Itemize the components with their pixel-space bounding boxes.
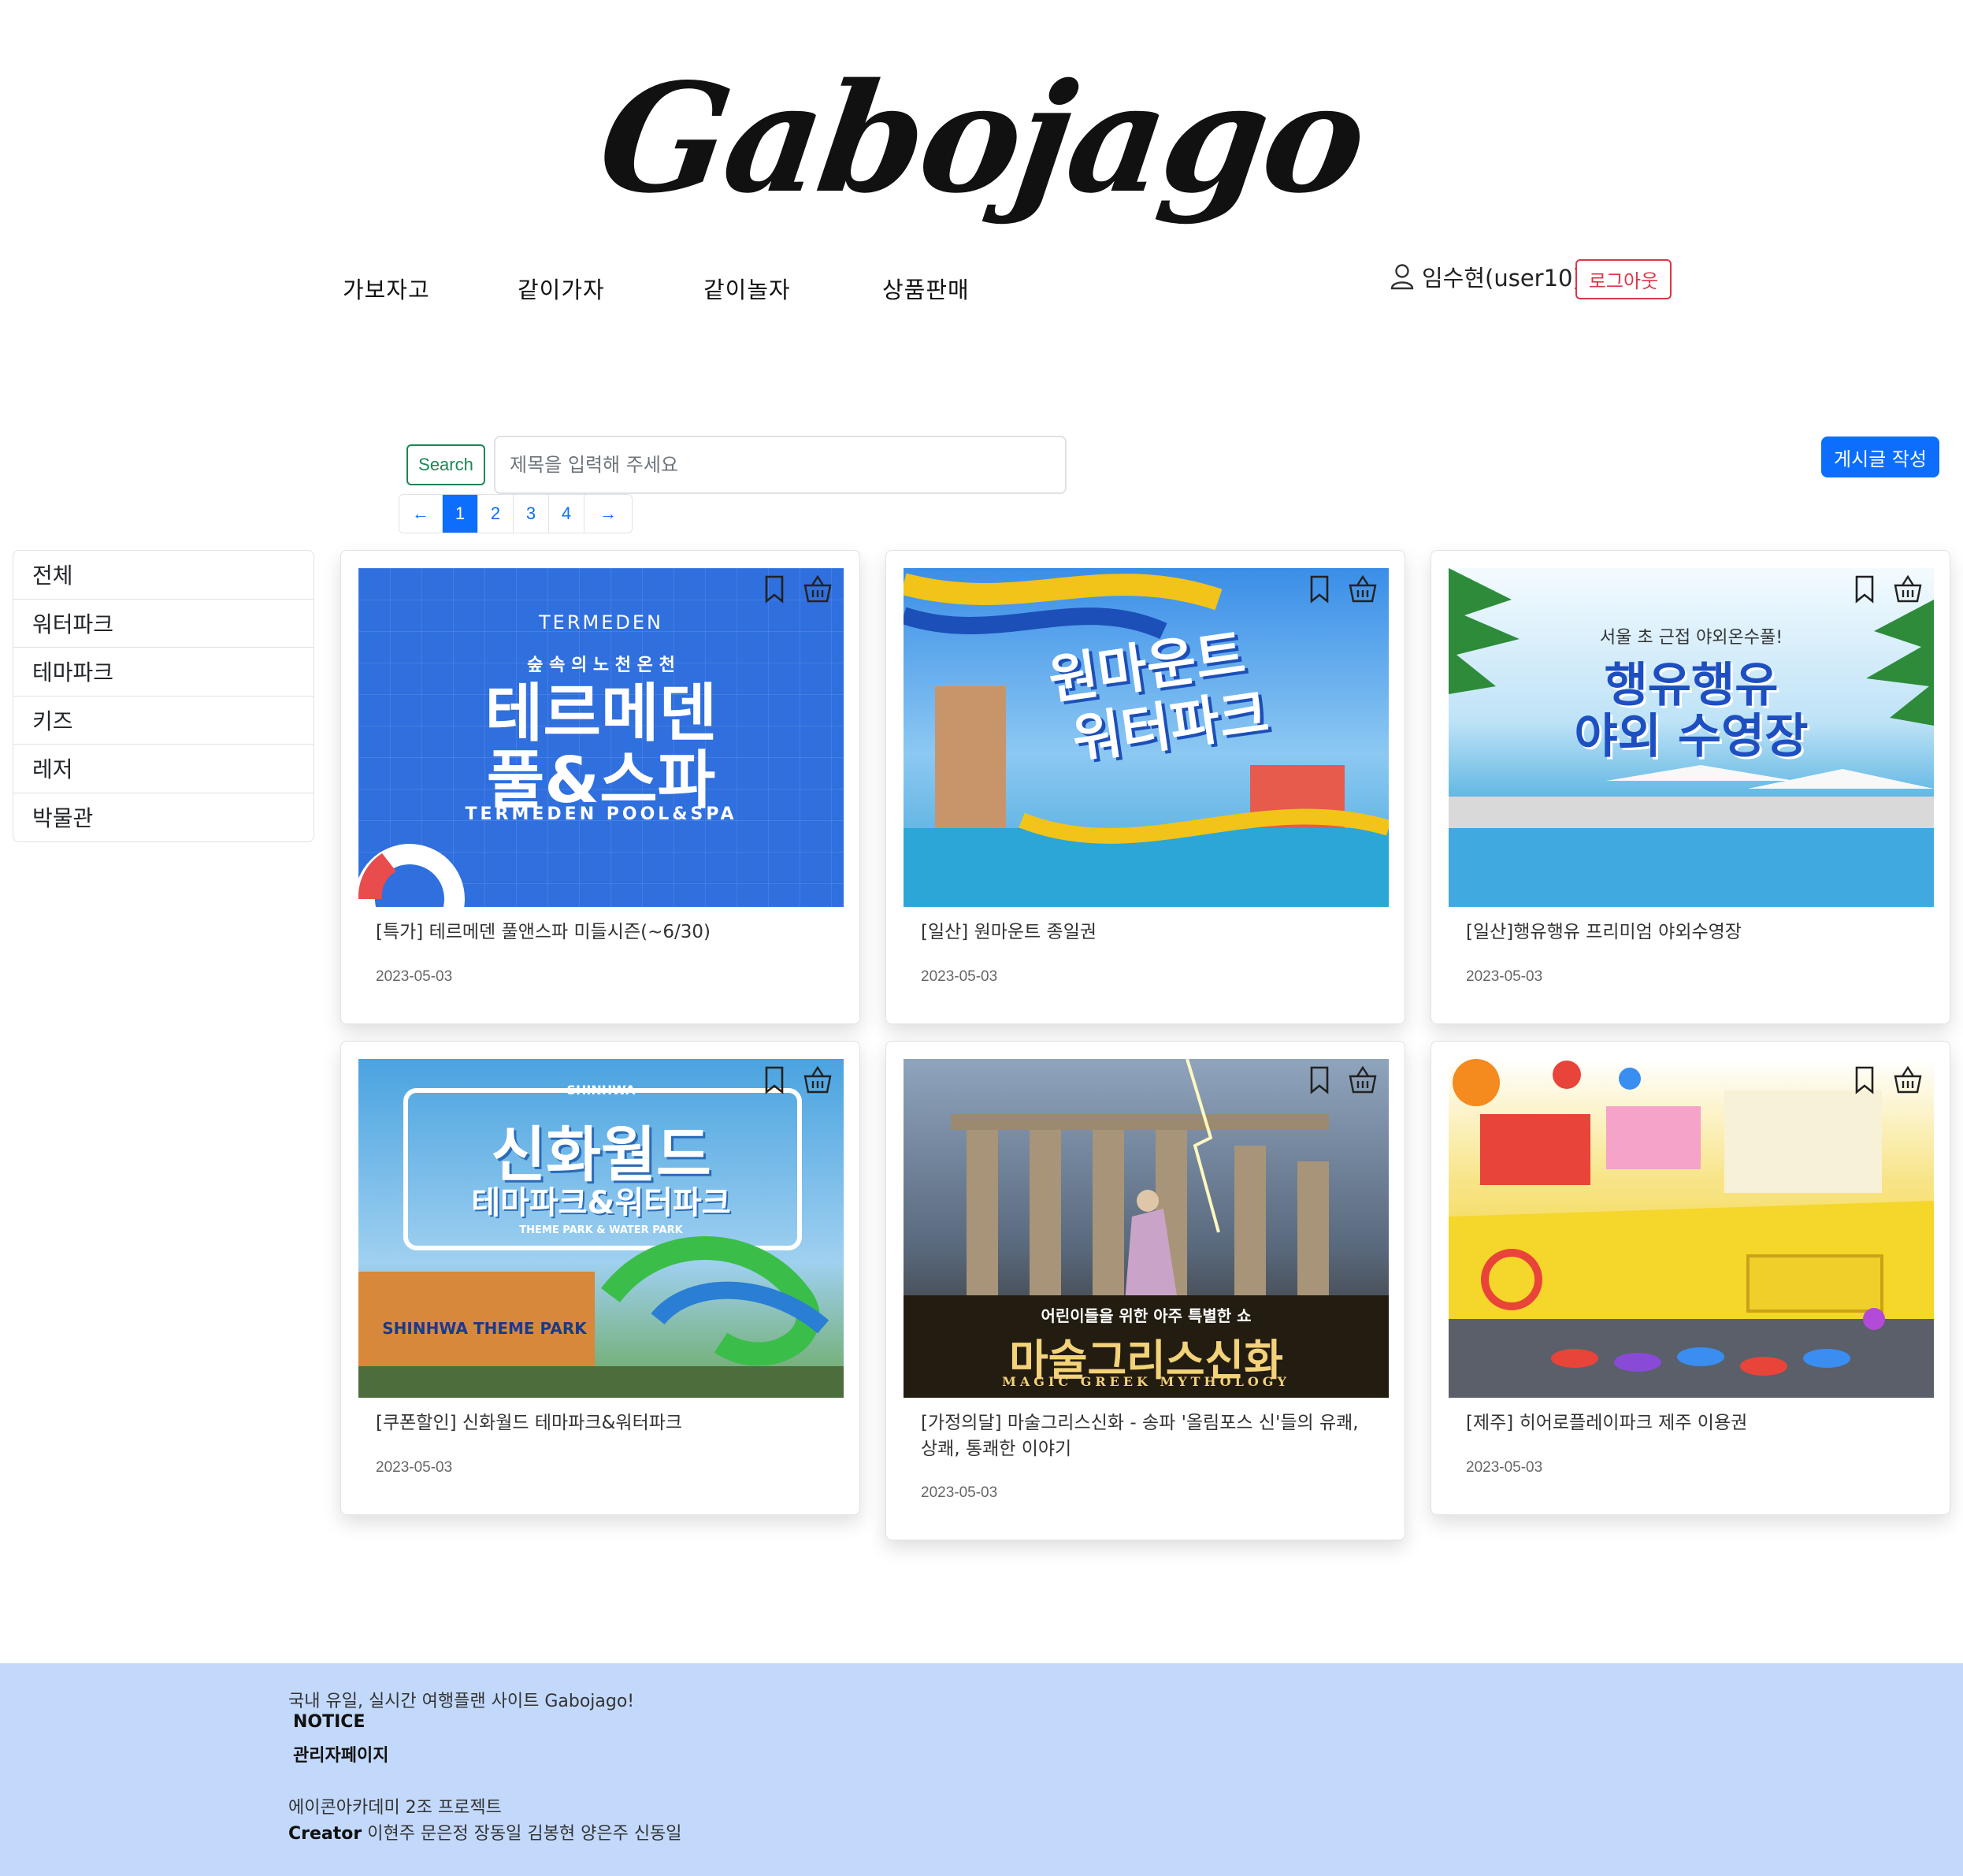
product-title[interactable]: [일산]행유행유 프리미엄 야외수영장 xyxy=(1466,919,1923,945)
product-date: 2023-05-03 xyxy=(1466,1459,1543,1476)
product-title[interactable]: [가정의달] 마술그리스신화 - 송파 '올림포스 신'들의 유쾌, 상쾌, 통… xyxy=(921,1410,1378,1462)
category-kids[interactable]: 키즈 xyxy=(13,697,314,745)
product-card[interactable]: 원마운트 워터파크 [일산] 원마운트 종일권 2023-05-03 xyxy=(885,550,1405,1024)
image-text-line: 숲 속 의 노 천 온 천 xyxy=(527,656,675,675)
product-card[interactable]: TERMEDEN 숲 속 의 노 천 온 천 테르메덴 풀&스파 TERMEDE… xyxy=(340,550,860,1024)
product-card[interactable]: [제주] 히어로플레이파크 제주 이용권 2023-05-03 xyxy=(1431,1041,1950,1515)
category-waterpark[interactable]: 워터파크 xyxy=(13,600,314,648)
image-text-line: 어린이들을 위한 아주 특별한 쇼 xyxy=(1041,1306,1252,1325)
user-name: 임수현(user10) xyxy=(1422,265,1582,292)
product-image[interactable]: TERMEDEN 숲 속 의 노 천 온 천 테르메덴 풀&스파 TERMEDE… xyxy=(358,568,844,907)
footer-creator-label: Creator xyxy=(288,1824,362,1844)
basket-icon[interactable] xyxy=(802,1064,833,1095)
product-date: 2023-05-03 xyxy=(921,968,998,985)
product-card[interactable]: SHINHWA 신화월드 테마파크&워터파크 THEME PARK & WATE… xyxy=(340,1041,860,1515)
category-sidebar: 전체 워터파크 테마파크 키즈 레저 박물관 xyxy=(13,550,314,842)
page-button-3[interactable]: 3 xyxy=(514,495,549,533)
footer-creators: Creator 이현주 문은정 장동일 김봉현 양은주 신동일 xyxy=(288,1819,682,1844)
bookmark-icon[interactable] xyxy=(759,1064,790,1095)
nav-item-together-play[interactable]: 같이놀자 xyxy=(703,272,791,305)
image-text-line: 테마파크&워터파크 xyxy=(471,1185,731,1221)
category-leisure[interactable]: 레저 xyxy=(13,745,314,793)
write-post-button[interactable]: 게시글 작성 xyxy=(1821,436,1939,477)
logout-button[interactable]: 로그아웃 xyxy=(1575,259,1672,299)
category-themepark[interactable]: 테마파크 xyxy=(13,648,314,697)
image-text-line: THEME PARK & WATER PARK xyxy=(519,1224,683,1236)
product-title[interactable]: [쿠폰할인] 신화월드 테마파크&워터파크 xyxy=(376,1410,833,1436)
footer-notice-link[interactable]: NOTICE xyxy=(293,1712,365,1732)
bookmark-icon[interactable] xyxy=(1304,573,1335,604)
product-date: 2023-05-03 xyxy=(921,1484,998,1501)
image-text-line: TERMEDEN POOL&SPA xyxy=(465,804,737,824)
product-title[interactable]: [제주] 히어로플레이파크 제주 이용권 xyxy=(1466,1410,1923,1436)
page-next-button[interactable]: → xyxy=(584,495,632,533)
image-text-line: SHINHWA THEME PARK xyxy=(382,1319,587,1338)
bookmark-icon[interactable] xyxy=(1849,573,1880,604)
product-image[interactable]: 원마운트 워터파크 xyxy=(904,568,1389,907)
category-all[interactable]: 전체 xyxy=(13,551,314,600)
footer-tagline: 국내 유일, 실시간 여행플랜 사이트 Gabojago! xyxy=(288,1692,635,1711)
image-text-line: 테르메덴 xyxy=(484,677,718,750)
product-date: 2023-05-03 xyxy=(376,968,453,985)
product-title[interactable]: [일산] 원마운트 종일권 xyxy=(921,919,1378,945)
footer-project: 에이콘아카데미 2조 프로젝트 xyxy=(288,1798,502,1818)
logo-text: Gabojago xyxy=(589,50,1374,226)
basket-icon[interactable] xyxy=(1892,573,1924,604)
product-card[interactable]: 어린이들을 위한 아주 특별한 쇼 마술그리스신화 MAGIC GREEK MY… xyxy=(885,1041,1405,1540)
image-text-line: TERMEDEN xyxy=(539,611,663,633)
site-logo[interactable]: Gabojago xyxy=(0,43,1963,232)
category-museum[interactable]: 박물관 xyxy=(13,793,314,842)
user-icon xyxy=(1390,264,1414,290)
product-image[interactable]: 어린이들을 위한 아주 특별한 쇼 마술그리스신화 MAGIC GREEK MY… xyxy=(904,1059,1389,1398)
pagination: ← 1 2 3 4 → xyxy=(399,494,633,533)
product-title[interactable]: [특가] 테르메덴 풀앤스파 미들시즌(~6/30) xyxy=(376,919,833,945)
nav-item-gabojago[interactable]: 가보자고 xyxy=(343,272,430,305)
user-profile[interactable]: 임수현(user10) xyxy=(1390,260,1582,293)
basket-icon[interactable] xyxy=(1347,573,1379,604)
product-date: 2023-05-03 xyxy=(1466,968,1543,985)
page-button-2[interactable]: 2 xyxy=(478,495,514,533)
search-button[interactable]: Search xyxy=(406,444,485,485)
site-footer: 국내 유일, 실시간 여행플랜 사이트 Gabojago! NOTICE 관리자… xyxy=(0,1663,1963,1876)
search-input[interactable] xyxy=(494,436,1067,494)
bookmark-icon[interactable] xyxy=(1849,1064,1880,1095)
basket-icon[interactable] xyxy=(802,573,833,604)
image-text-line: MAGIC GREEK MYTHOLOGY xyxy=(1002,1374,1290,1389)
page-button-4[interactable]: 4 xyxy=(549,495,584,533)
bookmark-icon[interactable] xyxy=(1304,1064,1335,1095)
product-image[interactable]: 서울 초 근접 야외온수풀! 행유행유 야외 수영장 xyxy=(1449,568,1934,907)
footer-admin-link[interactable]: 관리자페이지 xyxy=(293,1741,388,1766)
bookmark-icon[interactable] xyxy=(759,573,790,604)
basket-icon[interactable] xyxy=(1347,1064,1379,1095)
product-image[interactable] xyxy=(1449,1059,1934,1398)
image-playground-graphic xyxy=(1449,1059,1934,1398)
product-date: 2023-05-03 xyxy=(376,1459,453,1476)
footer-creator-names: 이현주 문은정 장동일 김봉현 양은주 신동일 xyxy=(367,1824,682,1844)
page-prev-button[interactable]: ← xyxy=(399,495,443,533)
nav-item-shop[interactable]: 상품판매 xyxy=(882,272,970,305)
page-button-1[interactable]: 1 xyxy=(443,495,478,533)
image-text-line: 서울 초 근접 야외온수풀! xyxy=(1599,628,1783,648)
nav-item-together-go[interactable]: 같이가자 xyxy=(518,272,605,305)
product-image[interactable]: SHINHWA 신화월드 테마파크&워터파크 THEME PARK & WATE… xyxy=(358,1059,844,1398)
basket-icon[interactable] xyxy=(1892,1064,1924,1095)
product-card[interactable]: 서울 초 근접 야외온수풀! 행유행유 야외 수영장 [일산]행유행유 프리미엄… xyxy=(1431,550,1950,1024)
image-text-line: 야외 수영장 xyxy=(1574,709,1809,764)
